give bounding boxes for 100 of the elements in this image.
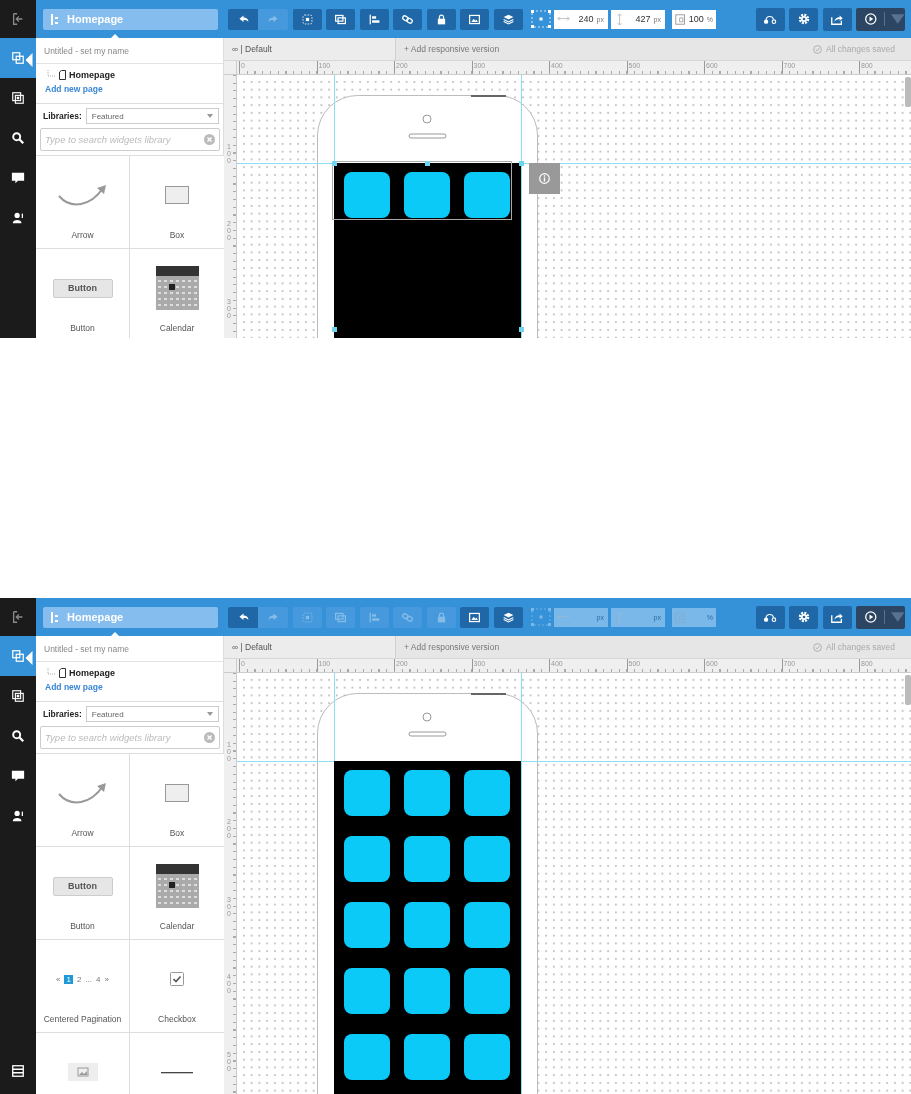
checkbox-icon (170, 972, 184, 986)
add-page-link[interactable]: Add new page (45, 84, 223, 94)
add-version-link[interactable]: + Add responsive version (396, 44, 500, 54)
sitemap-icon (51, 13, 61, 25)
link-icon (401, 610, 414, 624)
add-page-link[interactable]: Add new page (45, 682, 223, 692)
widget-tile[interactable]: « 1 2 ... 4 » Centered Pagination (36, 940, 130, 1033)
app-tile[interactable] (464, 968, 510, 1014)
project-name[interactable]: Untitled - set my name (44, 643, 130, 654)
link-icon (401, 12, 414, 26)
project-name[interactable]: Untitled - set my name (44, 45, 130, 56)
image-button[interactable] (460, 8, 489, 30)
app-tile[interactable] (344, 836, 390, 882)
page-number: ... (85, 974, 93, 984)
caret-icon (207, 712, 213, 716)
image-button[interactable] (460, 606, 489, 628)
app-tile[interactable] (404, 172, 450, 218)
share-button[interactable] (822, 7, 852, 31)
play-button[interactable] (856, 605, 905, 629)
app-tile[interactable] (344, 770, 390, 816)
libraries-dropdown[interactable]: Featured (85, 108, 219, 124)
resize-handle[interactable] (519, 161, 524, 166)
widget-tile[interactable]: Calendar (130, 847, 224, 940)
calendar-icon (155, 864, 199, 908)
widget-tile[interactable]: Arrow (36, 156, 130, 249)
undo-button[interactable] (228, 606, 258, 628)
layers-icon (501, 12, 515, 26)
search-field[interactable]: Type to search widgets library (40, 128, 220, 151)
add-version-link[interactable]: + Add responsive version (396, 642, 500, 652)
pages-icon (11, 51, 25, 65)
exit-icon (11, 12, 25, 26)
app-tile[interactable] (464, 902, 510, 948)
search-field[interactable]: Type to search widgets library (40, 726, 220, 749)
layers-button[interactable] (493, 606, 523, 628)
settings-button[interactable] (789, 605, 818, 629)
image-icon (67, 1063, 98, 1081)
user-icon (11, 211, 25, 225)
arrow-icon (56, 182, 109, 208)
version-tab[interactable]: ∞ | Default (224, 38, 396, 60)
flow-button[interactable] (755, 605, 785, 629)
app-tile[interactable] (404, 836, 450, 882)
page-item[interactable]: Homepage (69, 70, 115, 80)
app-tile[interactable] (344, 902, 390, 948)
app-tile[interactable] (464, 172, 510, 218)
settings-button[interactable] (789, 7, 818, 31)
pages-icon (11, 649, 25, 663)
align-button[interactable] (359, 8, 389, 30)
widget-tile[interactable]: Button Button (36, 847, 130, 940)
app-tile[interactable] (404, 770, 450, 816)
libraries-label: Libraries: (43, 709, 82, 719)
widget-tile[interactable]: Box (130, 754, 224, 847)
play-icon (864, 610, 878, 624)
box-icon (165, 186, 189, 204)
page-item[interactable]: Homepage (69, 668, 115, 678)
libraries-dropdown[interactable]: Featured (85, 706, 219, 722)
version-tab[interactable]: ∞ | Default (224, 636, 396, 658)
play-button[interactable] (856, 7, 905, 31)
align-icon (367, 12, 381, 26)
box-icon (165, 784, 189, 802)
info-icon (539, 173, 550, 184)
app-tile[interactable] (404, 968, 450, 1014)
group-icon (334, 610, 347, 624)
group-button[interactable] (326, 8, 355, 30)
select-icon (300, 610, 314, 624)
app-tile[interactable] (344, 1034, 390, 1080)
templates-icon (11, 689, 25, 703)
search-icon (11, 131, 25, 145)
layers-button[interactable] (493, 8, 523, 30)
link-button[interactable] (393, 8, 422, 30)
zoom-icon (675, 13, 686, 25)
arrow-icon (56, 780, 109, 806)
tree-connector (47, 70, 56, 80)
comment-icon (11, 171, 25, 185)
app-tile[interactable] (404, 1034, 450, 1080)
flow-button[interactable] (755, 7, 785, 31)
app-tile[interactable] (464, 836, 510, 882)
calendar-icon (155, 266, 199, 310)
app-tile[interactable] (404, 902, 450, 948)
play-icon (864, 12, 878, 26)
app-tile[interactable] (464, 770, 510, 816)
resize-handle[interactable] (332, 327, 337, 332)
lock-button[interactable] (426, 8, 456, 30)
button-preview: Button (52, 278, 113, 298)
resize-handle[interactable] (425, 161, 430, 166)
widget-tile[interactable]: Arrow (36, 754, 130, 847)
resize-handle[interactable] (332, 161, 337, 166)
check-icon (813, 44, 822, 54)
resize-handle[interactable] (519, 327, 524, 332)
widget-tile[interactable]: Box (130, 156, 224, 249)
app-tile[interactable] (344, 172, 390, 218)
scrollbar[interactable] (905, 77, 911, 107)
widget-tile[interactable]: Checkbox (130, 940, 224, 1033)
undo-button[interactable] (228, 8, 258, 30)
sitemap-icon (51, 611, 61, 623)
share-button[interactable] (822, 605, 852, 629)
separator (883, 12, 886, 26)
app-tile[interactable] (344, 968, 390, 1014)
scrollbar[interactable] (905, 675, 911, 705)
separator (883, 610, 886, 624)
app-tile[interactable] (464, 1034, 510, 1080)
